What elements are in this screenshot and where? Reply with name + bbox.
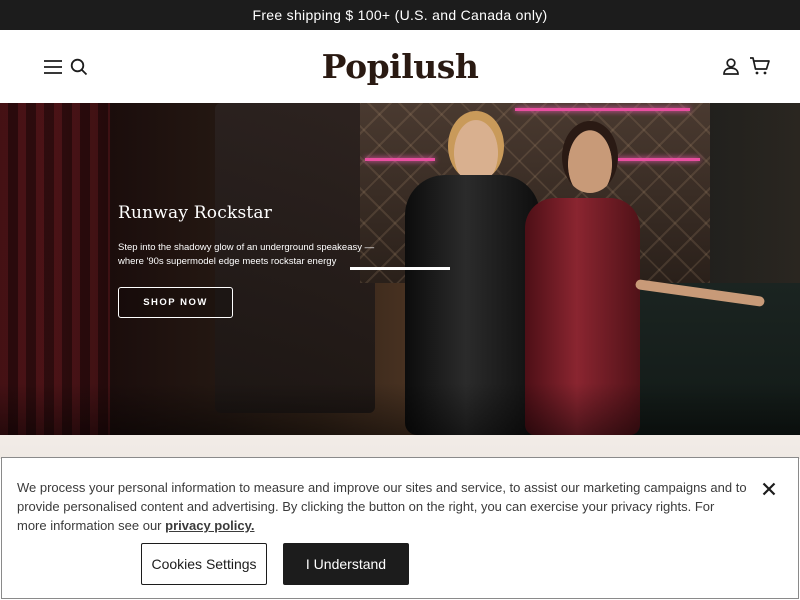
hero-copy: Runway Rockstar Step into the shadowy gl…	[118, 203, 398, 269]
hero-banner[interactable]: Runway Rockstar Step into the shadowy gl…	[0, 103, 800, 435]
neon-light	[365, 158, 435, 161]
close-icon[interactable]	[758, 478, 780, 500]
announcement-text: Free shipping $ 100+ (U.S. and Canada on…	[252, 7, 548, 23]
model-right-head	[562, 121, 618, 193]
accept-cookies-button[interactable]: I Understand	[283, 543, 409, 585]
privacy-policy-link[interactable]: privacy policy.	[165, 518, 254, 533]
announcement-bar: Free shipping $ 100+ (U.S. and Canada on…	[0, 0, 800, 30]
cookie-message: We process your personal information to …	[17, 480, 747, 533]
section-divider	[0, 435, 800, 459]
site-header: Popilush	[0, 30, 800, 103]
cookies-settings-button[interactable]: Cookies Settings	[141, 543, 267, 585]
shop-now-button[interactable]: SHOP NOW	[118, 287, 233, 318]
hero-description: Step into the shadowy glow of an undergr…	[118, 242, 375, 267]
neon-light	[615, 158, 700, 161]
model-left-head	[448, 111, 504, 181]
cookie-text-block: We process your personal information to …	[17, 478, 747, 535]
floor-shadow	[0, 383, 800, 435]
cart-icon[interactable]	[748, 55, 772, 77]
search-icon[interactable]	[68, 56, 90, 78]
brand-logo[interactable]: Popilush	[300, 44, 500, 88]
hero-title: Runway Rockstar	[118, 203, 273, 223]
slide-indicator[interactable]	[350, 267, 450, 270]
cookie-banner: We process your personal information to …	[1, 457, 799, 599]
hamburger-menu-icon[interactable]	[42, 56, 64, 78]
user-icon[interactable]	[720, 55, 742, 77]
neon-light	[515, 108, 690, 111]
